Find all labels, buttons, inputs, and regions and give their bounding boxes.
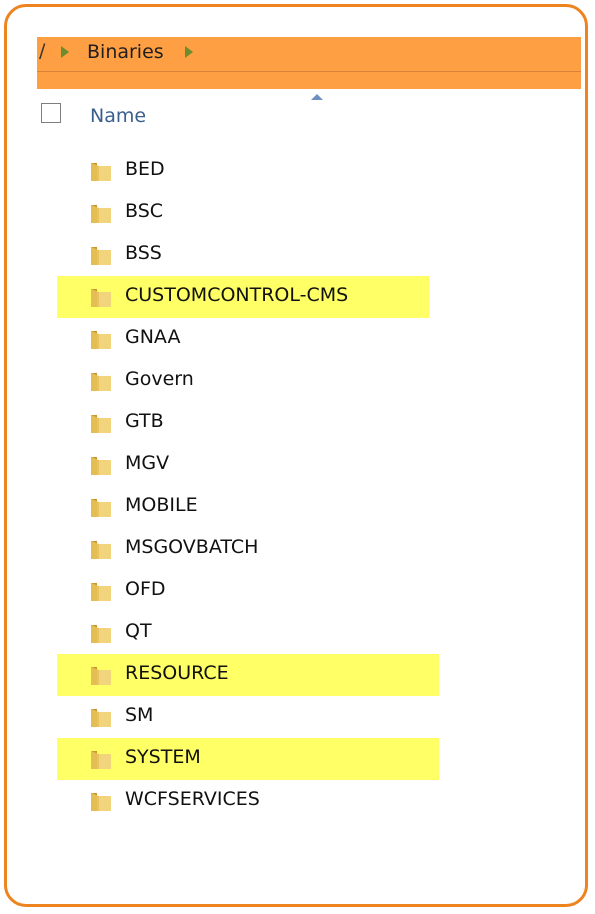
folder-label: BSC: [125, 200, 164, 222]
folder-row[interactable]: SM: [57, 696, 477, 738]
breadcrumb[interactable]: / Binaries: [37, 37, 581, 89]
folder-row[interactable]: MOBILE: [57, 486, 477, 528]
folder-row[interactable]: BSC: [57, 192, 477, 234]
folder-label: QT: [125, 620, 152, 642]
folder-icon: [91, 667, 111, 685]
folder-icon: [91, 709, 111, 727]
folder-icon: [91, 205, 111, 223]
column-header-name[interactable]: Name: [90, 105, 146, 127]
folder-icon: [91, 289, 111, 307]
folder-label: RESOURCE: [125, 662, 229, 684]
folder-row[interactable]: GTB: [57, 402, 477, 444]
folder-row[interactable]: MSGOVBATCH: [57, 528, 477, 570]
folder-label: MGV: [125, 452, 170, 474]
folder-label: MSGOVBATCH: [125, 536, 259, 558]
folder-label: GNAA: [125, 326, 181, 348]
folder-row[interactable]: MGV: [57, 444, 477, 486]
folder-icon: [91, 499, 111, 517]
folder-label: Govern: [125, 368, 194, 390]
sort-ascending-icon[interactable]: [311, 94, 323, 100]
folder-row[interactable]: GNAA: [57, 318, 477, 360]
folder-label: BED: [125, 158, 165, 180]
folder-row[interactable]: BED: [57, 150, 477, 192]
breadcrumb-divider: [37, 71, 581, 72]
folder-icon: [91, 373, 111, 391]
folder-row[interactable]: QT: [57, 612, 477, 654]
folder-icon: [91, 751, 111, 769]
folder-row[interactable]: WCFSERVICES: [57, 780, 477, 822]
folder-icon: [91, 331, 111, 349]
folder-row[interactable]: Govern: [57, 360, 477, 402]
folder-icon: [91, 625, 111, 643]
folder-icon: [91, 247, 111, 265]
folder-icon: [91, 457, 111, 475]
folder-icon: [91, 163, 111, 181]
chevron-right-icon[interactable]: [61, 46, 69, 58]
folder-row[interactable]: OFD: [57, 570, 477, 612]
folder-label: SYSTEM: [125, 746, 201, 768]
column-header: Name: [37, 92, 581, 140]
select-all-checkbox[interactable]: [41, 103, 61, 123]
folder-label: OFD: [125, 578, 166, 600]
folder-label: CUSTOMCONTROL-CMS: [125, 284, 349, 306]
folder-label: WCFSERVICES: [125, 788, 260, 810]
breadcrumb-previous-segment[interactable]: /: [39, 40, 45, 62]
folder-label: MOBILE: [125, 494, 198, 516]
folder-label: SM: [125, 704, 154, 726]
breadcrumb-current[interactable]: Binaries: [87, 41, 164, 63]
folder-row[interactable]: CUSTOMCONTROL-CMS: [57, 276, 477, 318]
chevron-right-icon[interactable]: [185, 46, 193, 58]
folder-row[interactable]: SYSTEM: [57, 738, 477, 780]
folder-row[interactable]: BSS: [57, 234, 477, 276]
folder-label: BSS: [125, 242, 162, 264]
folder-icon: [91, 415, 111, 433]
folder-row[interactable]: RESOURCE: [57, 654, 477, 696]
folder-icon: [91, 541, 111, 559]
explorer-window: / Binaries Name BED BSC BSS CUSTOMCONTROL-C…: [4, 4, 588, 907]
folder-label: GTB: [125, 410, 164, 432]
folder-icon: [91, 583, 111, 601]
folder-icon: [91, 793, 111, 811]
